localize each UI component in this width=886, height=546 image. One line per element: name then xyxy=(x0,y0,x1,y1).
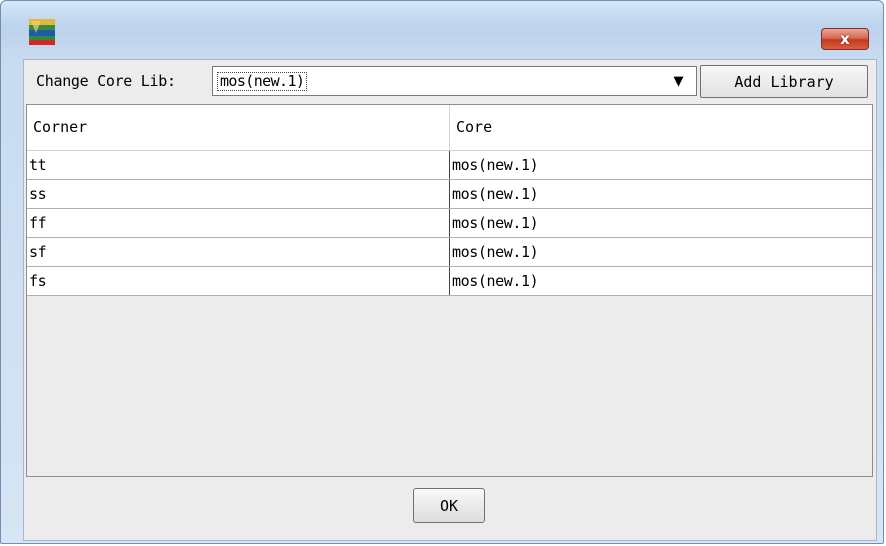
table-row[interactable]: tt mos(new.1) xyxy=(27,151,872,180)
add-library-button[interactable]: Add Library xyxy=(700,65,868,98)
change-core-lib-label: Change Core Lib: xyxy=(36,72,176,90)
corner-cell[interactable]: fs xyxy=(27,267,450,295)
core-lib-select[interactable]: mos(new.1) xyxy=(212,66,697,96)
core-cell[interactable]: mos(new.1) xyxy=(450,180,872,208)
dialog-window: x Change Core Lib: mos(new.1) ▼ Add Libr… xyxy=(0,0,884,544)
table-row[interactable]: ff mos(new.1) xyxy=(27,209,872,238)
core-cell[interactable]: mos(new.1) xyxy=(450,151,872,179)
toolbar: Change Core Lib: mos(new.1) ▼ Add Librar… xyxy=(24,60,876,104)
core-cell[interactable]: mos(new.1) xyxy=(450,209,872,237)
corner-cell[interactable]: ff xyxy=(27,209,450,237)
column-header-corner[interactable]: Corner xyxy=(27,105,450,150)
chevron-down-icon: ▼ xyxy=(673,74,684,89)
close-button[interactable]: x xyxy=(821,28,869,50)
table-header: Corner Core xyxy=(27,105,872,151)
dialog-content: Change Core Lib: mos(new.1) ▼ Add Librar… xyxy=(23,59,877,541)
table-row[interactable]: fs mos(new.1) xyxy=(27,267,872,296)
close-icon: x xyxy=(840,30,850,48)
column-header-core[interactable]: Core xyxy=(450,105,872,150)
core-cell[interactable]: mos(new.1) xyxy=(450,238,872,266)
core-cell[interactable]: mos(new.1) xyxy=(450,267,872,295)
corner-core-table[interactable]: Corner Core tt mos(new.1) ss mos(new.1) … xyxy=(26,104,873,477)
table-row[interactable]: ss mos(new.1) xyxy=(27,180,872,209)
core-lib-selected-value: mos(new.1) xyxy=(217,72,308,91)
dropdown-arrow-button[interactable]: ▼ xyxy=(661,66,697,96)
table-row[interactable]: sf mos(new.1) xyxy=(27,238,872,267)
corner-cell[interactable]: tt xyxy=(27,151,450,179)
title-bar[interactable]: x xyxy=(1,1,883,59)
corner-cell[interactable]: sf xyxy=(27,238,450,266)
ok-button[interactable]: OK xyxy=(413,488,485,523)
corner-cell[interactable]: ss xyxy=(27,180,450,208)
app-logo-icon xyxy=(29,19,55,45)
